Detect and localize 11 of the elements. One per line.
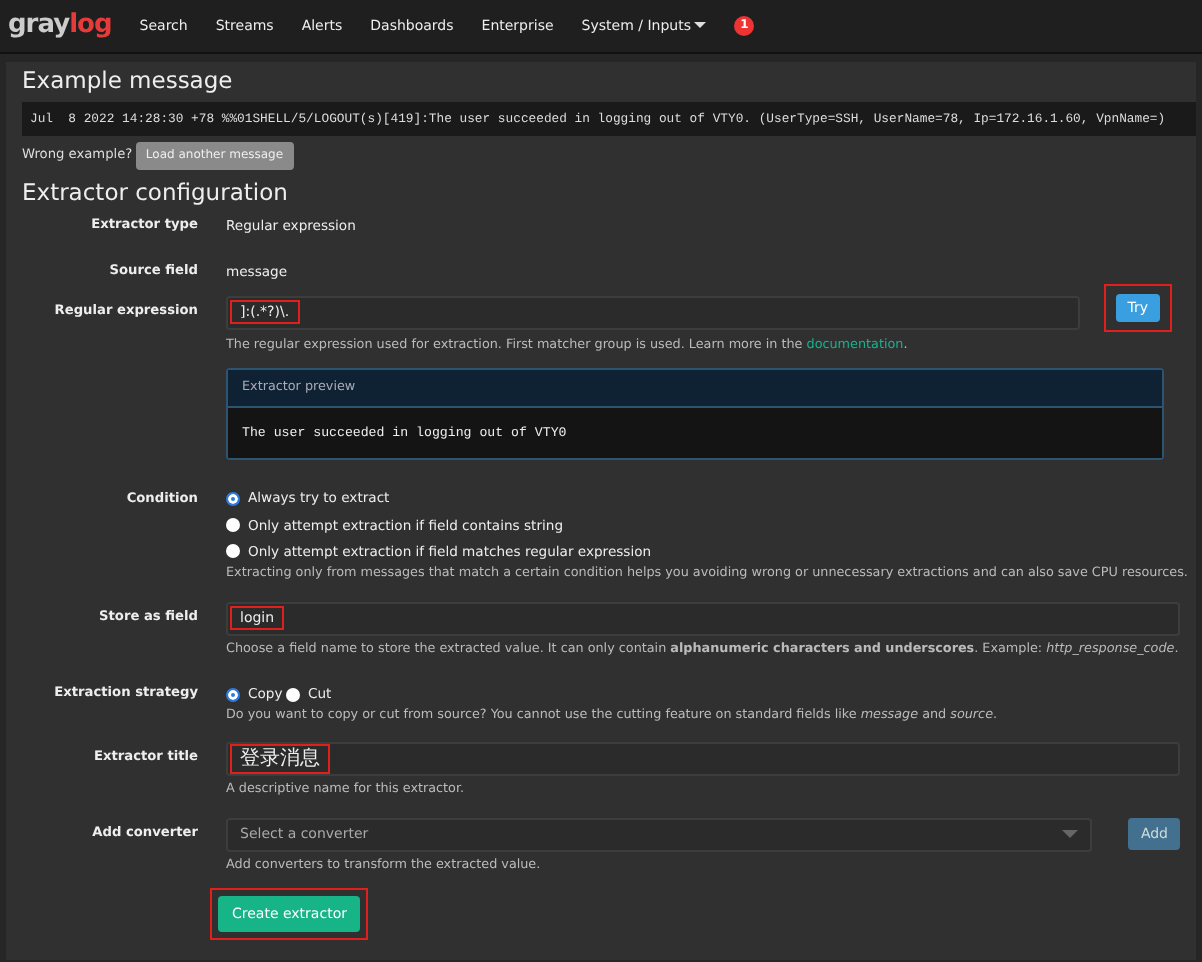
radio-button[interactable]: [226, 492, 240, 507]
radio-button[interactable]: [226, 518, 240, 533]
caret-icon: [694, 22, 707, 29]
radio-button[interactable]: [226, 687, 240, 702]
logo[interactable]: graylog: [8, 10, 112, 42]
section-title: Extractor configuration: [22, 179, 290, 207]
section-title: Example message: [22, 68, 235, 96]
caret-icon: [1062, 830, 1079, 839]
title-field-input[interactable]: 登录消息: [226, 742, 1180, 777]
radio-button[interactable]: [286, 687, 300, 702]
radio-button[interactable]: [226, 544, 240, 559]
